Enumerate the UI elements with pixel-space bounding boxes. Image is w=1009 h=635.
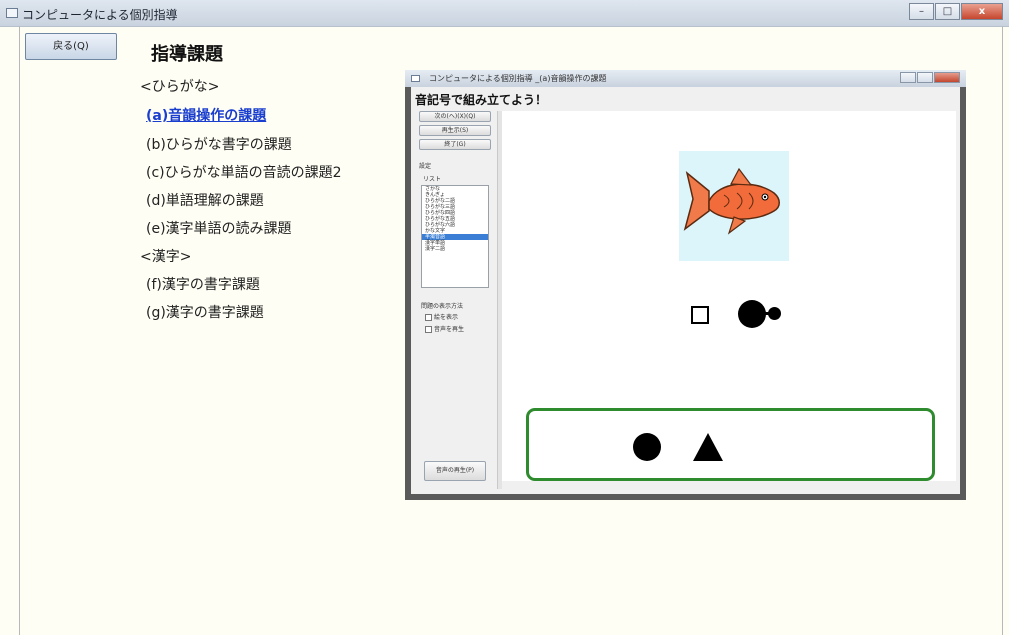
task-title: 音記号で組み立てよう！ <box>415 93 548 107</box>
goal-square-symbol <box>691 306 709 324</box>
task-link-f[interactable]: (f)漢字の書字課題 <box>146 274 260 294</box>
task-link-c[interactable]: (c)ひらがな単語の音読の課題2 <box>146 162 342 182</box>
options-label: 問題の表示方法 <box>421 303 464 310</box>
task-link-g[interactable]: (g)漢字の書字課題 <box>146 302 264 322</box>
goldfish-icon <box>683 167 780 235</box>
app-icon <box>6 8 18 18</box>
window-controls: – □ x <box>908 3 1003 20</box>
replay-button: 再生示(S) <box>419 125 491 136</box>
frame-left-border <box>19 26 20 635</box>
section-header-hiragana: <ひらがな> <box>140 79 220 95</box>
page-title: 指導課題 <box>151 44 223 65</box>
settings-label: 設定 <box>419 163 432 170</box>
task-maximize-button <box>917 72 933 83</box>
task-link-b[interactable]: (b)ひらがな書字の課題 <box>146 134 292 154</box>
task-window-preview: コンピュータによる個別指導 _(a)音韻操作の課題 音記号で組み立てよう！ 次の… <box>405 70 966 500</box>
next-button: 次の(へ)(X)(Q) <box>419 111 491 122</box>
tray-triangle-symbol <box>693 433 723 461</box>
section-header-kanji: <漢字> <box>140 249 192 265</box>
goldfish-picture <box>679 151 789 261</box>
task-window-title: コンピュータによる個別指導 _(a)音韻操作の課題 <box>429 74 607 83</box>
play-audio-button: 音声の再生(P) <box>424 461 486 481</box>
task-close-button <box>934 72 960 83</box>
tray-circle-symbol <box>633 433 661 461</box>
frame-right-border <box>1002 26 1003 635</box>
task-minimize-button <box>900 72 916 83</box>
task-link-e[interactable]: (e)漢字単語の読み課題 <box>146 218 292 238</box>
close-button[interactable]: x <box>961 3 1003 20</box>
back-button[interactable]: 戻る(Q) <box>25 33 117 60</box>
checkbox-icon <box>425 314 432 321</box>
option-play-audio: 音声を再生 <box>425 324 464 333</box>
symbol-tray <box>526 408 935 481</box>
list-item: 漢字二語 <box>425 246 446 252</box>
task-window-client: 音記号で組み立てよう！ 次の(へ)(X)(Q) 再生示(S) 終了(G) 設定 … <box>411 87 960 494</box>
task-link-a[interactable]: (a)音韻操作の課題 <box>146 105 266 125</box>
minimize-button[interactable]: – <box>909 3 934 20</box>
task-link-d[interactable]: (d)単語理解の課題 <box>146 190 264 210</box>
task-window-titlebar: コンピュータによる個別指導 _(a)音韻操作の課題 <box>405 70 966 87</box>
goal-small-circle-symbol <box>768 307 781 320</box>
title-bar[interactable]: コンピュータによる個別指導 – □ x <box>0 0 1009 27</box>
task-window-icon <box>411 75 420 82</box>
checkbox-icon <box>425 326 432 333</box>
end-button: 終了(G) <box>419 139 491 150</box>
option-label: 音声を再生 <box>434 326 465 333</box>
window-title: コンピュータによる個別指導 <box>22 8 178 22</box>
list-label: リスト <box>423 176 442 183</box>
task-canvas <box>502 111 956 481</box>
maximize-button[interactable]: □ <box>935 3 960 20</box>
option-show-picture: 絵を表示 <box>425 312 458 321</box>
word-list: さかな きんぎょ ひらがな二語 ひらがな三語 ひらがな四語 ひらがな五語 ひらがな六語 かな文… <box>421 185 489 288</box>
main-window: コンピュータによる個別指導 – □ x 戻る(Q) 指導課題 <ひらがな> (a… <box>0 0 1009 635</box>
option-label: 絵を表示 <box>434 314 459 321</box>
task-window-controls <box>899 72 960 83</box>
